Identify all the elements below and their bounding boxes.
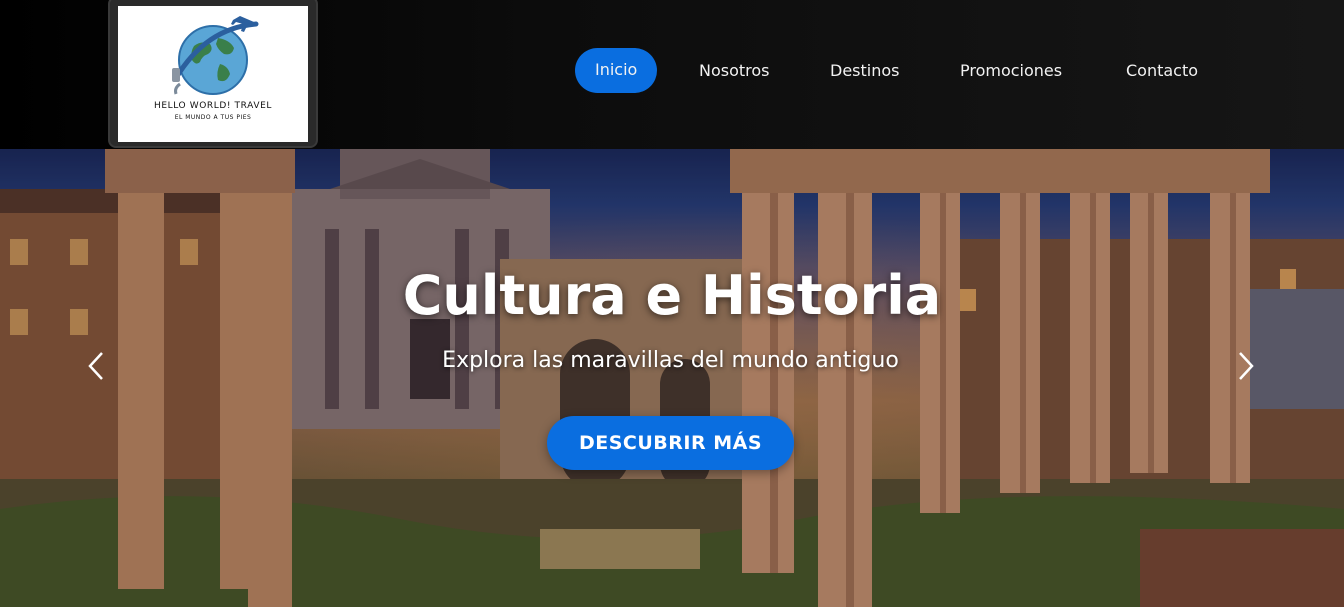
hero-carousel: Cultura e Historia Explora las maravilla… (0, 149, 1344, 607)
carousel-next-button[interactable] (1234, 351, 1258, 381)
logo-title: HELLO WORLD! TRAVEL (154, 101, 272, 111)
hero-title: Cultura e Historia (402, 264, 942, 327)
nav-item-contacto[interactable]: Contacto (1126, 48, 1198, 93)
globe-airplane-logo-icon (172, 16, 259, 95)
nav-item-destinos[interactable]: Destinos (830, 48, 899, 93)
logo-subtitle: EL MUNDO A TUS PIES (174, 114, 252, 121)
logo-frame[interactable]: HELLO WORLD! TRAVEL EL MUNDO A TUS PIES (108, 0, 318, 148)
chevron-left-icon (88, 352, 103, 380)
nav-item-promociones[interactable]: Promociones (960, 48, 1062, 93)
site-header: HELLO WORLD! TRAVEL EL MUNDO A TUS PIES … (0, 0, 1344, 149)
carousel-prev-button[interactable] (84, 351, 108, 381)
discover-more-button[interactable]: DESCUBRIR MÁS (547, 416, 794, 470)
logo[interactable]: HELLO WORLD! TRAVEL EL MUNDO A TUS PIES (118, 6, 308, 142)
nav-item-nosotros[interactable]: Nosotros (699, 48, 770, 93)
hero-subtitle: Explora las maravillas del mundo antiguo (442, 348, 899, 373)
nav-item-inicio[interactable]: Inicio (575, 48, 658, 93)
hero-overlay (0, 149, 1344, 607)
chevron-right-icon (1239, 352, 1254, 380)
